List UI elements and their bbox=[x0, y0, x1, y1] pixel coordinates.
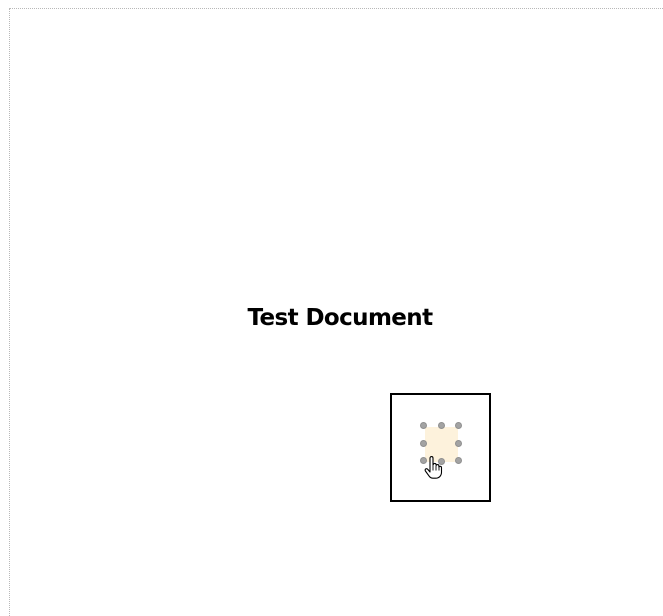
resize-handle-top-left[interactable] bbox=[420, 422, 427, 429]
resize-handle-middle-right[interactable] bbox=[455, 440, 462, 447]
resize-handle-bottom-right[interactable] bbox=[455, 457, 462, 464]
resize-handle-top-center[interactable] bbox=[438, 422, 445, 429]
editor-canvas[interactable]: Test Document bbox=[0, 0, 663, 616]
resize-handle-top-right[interactable] bbox=[455, 422, 462, 429]
resize-handle-middle-left[interactable] bbox=[420, 440, 427, 447]
hand-pointer-icon bbox=[424, 456, 443, 479]
document-title[interactable]: Test Document bbox=[0, 302, 663, 334]
